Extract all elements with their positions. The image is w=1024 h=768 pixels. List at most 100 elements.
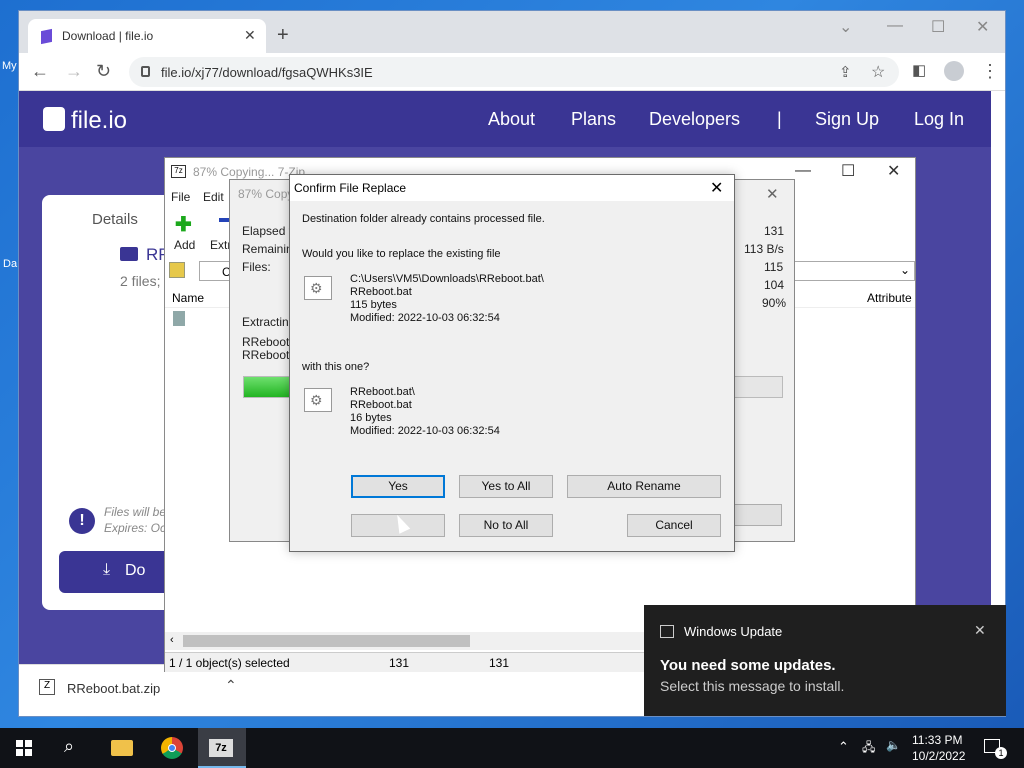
notification-count-badge: 1: [995, 747, 1007, 759]
close-icon[interactable]: ✕: [766, 185, 779, 203]
nav-about[interactable]: About: [488, 109, 535, 130]
close-icon[interactable]: ✕: [974, 622, 986, 639]
add-plus-icon[interactable]: ✚: [175, 212, 192, 237]
chrome-taskbar-icon[interactable]: [148, 728, 196, 768]
sevenzip-icon: 7z: [209, 739, 233, 757]
show-hidden-icons-icon[interactable]: ⌃: [838, 739, 849, 755]
close-icon[interactable]: ✕: [710, 178, 723, 198]
new-tab-icon[interactable]: +: [277, 24, 289, 47]
dialog-title: Confirm File Replace: [294, 181, 407, 195]
nav-developers[interactable]: Developers: [649, 109, 740, 130]
search-icon[interactable]: ⌕: [48, 728, 96, 768]
desktop-icon-label[interactable]: Da: [3, 258, 17, 270]
add-label[interactable]: Add: [174, 238, 195, 252]
maximize-icon[interactable]: ☐: [841, 161, 855, 181]
windows-logo-icon: [16, 740, 23, 747]
yes-button[interactable]: Yes: [351, 475, 445, 498]
side-panel-icon[interactable]: ◧: [912, 61, 926, 79]
toast-title: You need some updates.: [660, 657, 836, 674]
address-bar[interactable]: file.io/xj77/download/fgsaQWHKs3IE ⇪ ☆: [129, 57, 899, 87]
file-gear-icon: ⚙: [304, 276, 332, 300]
minimize-icon[interactable]: —: [887, 17, 903, 35]
current-file-2: RReboot.t: [242, 348, 297, 362]
windows-logo-part: [25, 740, 32, 747]
chrome-icon-center: [168, 744, 176, 752]
extracting-label: Extracting: [242, 315, 296, 329]
value-4: 104: [764, 278, 785, 292]
volume-icon[interactable]: 🔈: [886, 738, 901, 752]
share-icon[interactable]: ⇪: [839, 63, 852, 81]
tab-details[interactable]: Details: [92, 211, 138, 228]
chevron-down-icon[interactable]: ⌄: [900, 263, 910, 277]
chevron-up-icon[interactable]: ⌃: [225, 677, 237, 694]
folder-up-icon[interactable]: [169, 262, 185, 278]
nav-divider: |: [777, 109, 782, 129]
browser-tab[interactable]: Download | file.io ✕: [28, 19, 266, 53]
desktop-icon-label[interactable]: My: [2, 60, 17, 72]
start-button[interactable]: [0, 728, 48, 768]
close-icon[interactable]: ✕: [887, 161, 900, 181]
browser-toolbar: ← → ↻ file.io/xj77/download/fgsaQWHKs3IE…: [19, 53, 1005, 91]
nav-log-in[interactable]: Log In: [914, 109, 964, 130]
notice-text: Files will be: [104, 505, 167, 519]
existing-name: RReboot.bat: [350, 286, 412, 298]
zip-file-icon: Z: [39, 679, 55, 695]
clock-time[interactable]: 11:33 PM: [912, 733, 962, 747]
download-filename[interactable]: RReboot.bat.zip: [67, 681, 160, 696]
windows-logo-part: [25, 749, 32, 756]
minimize-icon[interactable]: —: [795, 162, 811, 180]
reload-icon[interactable]: ↻: [96, 61, 111, 82]
value-1: 131: [764, 224, 785, 238]
column-attribute[interactable]: Attribute: [867, 291, 912, 305]
taskbar: ⌕ 7z ⌃ 🖧 🔈 11:33 PM 10/2/2022 1: [0, 728, 1024, 768]
dialog-titlebar: Confirm File Replace ✕: [290, 175, 734, 201]
nav-sign-up[interactable]: Sign Up: [815, 109, 879, 130]
menu-file[interactable]: File: [171, 190, 190, 204]
yes-to-all-button[interactable]: Yes to All: [459, 475, 553, 498]
bookmark-star-icon[interactable]: ☆: [871, 62, 885, 82]
forward-icon[interactable]: →: [65, 61, 83, 82]
nav-plans[interactable]: Plans: [571, 109, 616, 130]
progress-title: 87% Copy: [238, 187, 294, 201]
incoming-path: RReboot.bat\: [350, 386, 415, 398]
folder-icon: [111, 740, 133, 756]
logo-text: file.io: [71, 107, 128, 134]
clock-date[interactable]: 10/2/2022: [912, 749, 965, 763]
network-icon[interactable]: 🖧: [862, 738, 875, 759]
logo-mark-icon: [43, 107, 65, 131]
file-row-icon[interactable]: [173, 311, 185, 326]
extract-minus-icon[interactable]: [219, 218, 229, 222]
dialog-question: Would you like to replace the existing f…: [302, 248, 501, 260]
close-tab-icon[interactable]: ✕: [244, 27, 256, 44]
no-to-all-button[interactable]: No to All: [459, 514, 553, 537]
with-this-one: with this one?: [302, 361, 370, 373]
status-packed: 131: [489, 656, 510, 670]
value-3: 115: [764, 260, 784, 274]
site-logo[interactable]: file.io: [43, 107, 127, 135]
progress-fill: [244, 377, 294, 397]
download-button-label: Do: [125, 562, 146, 579]
column-name[interactable]: Name: [172, 291, 204, 305]
file-gear-icon: ⚙: [304, 388, 332, 412]
auto-rename-button[interactable]: Auto Rename: [567, 475, 721, 498]
sevenzip-taskbar-icon[interactable]: 7z: [198, 728, 246, 768]
status-size: 131: [389, 656, 410, 670]
back-icon[interactable]: ←: [31, 61, 49, 82]
scroll-thumb[interactable]: [183, 635, 470, 647]
update-app-icon: [660, 625, 674, 638]
files-count: 2 files;: [120, 273, 161, 289]
cancel-button[interactable]: Cancel: [627, 514, 721, 537]
tab-strip: Download | file.io ✕ + ⌄ — ☐ ✕: [19, 11, 1005, 53]
tab-search-icon[interactable]: ⌄: [839, 17, 852, 37]
scroll-left-icon[interactable]: ‹: [170, 634, 174, 646]
close-window-icon[interactable]: ✕: [976, 17, 989, 37]
menu-edit[interactable]: Edit: [203, 190, 224, 204]
file-explorer-taskbar-icon[interactable]: [98, 728, 146, 768]
lock-icon[interactable]: [141, 66, 150, 77]
profile-avatar-icon[interactable]: [944, 61, 964, 81]
menu-kebab-icon[interactable]: ⋮: [981, 61, 999, 82]
maximize-icon[interactable]: ☐: [931, 17, 945, 37]
fileio-favicon-icon: [41, 28, 52, 45]
value-speed: 113 B/s: [744, 242, 784, 256]
windows-update-toast[interactable]: Windows Update ✕ You need some updates. …: [644, 605, 1006, 716]
